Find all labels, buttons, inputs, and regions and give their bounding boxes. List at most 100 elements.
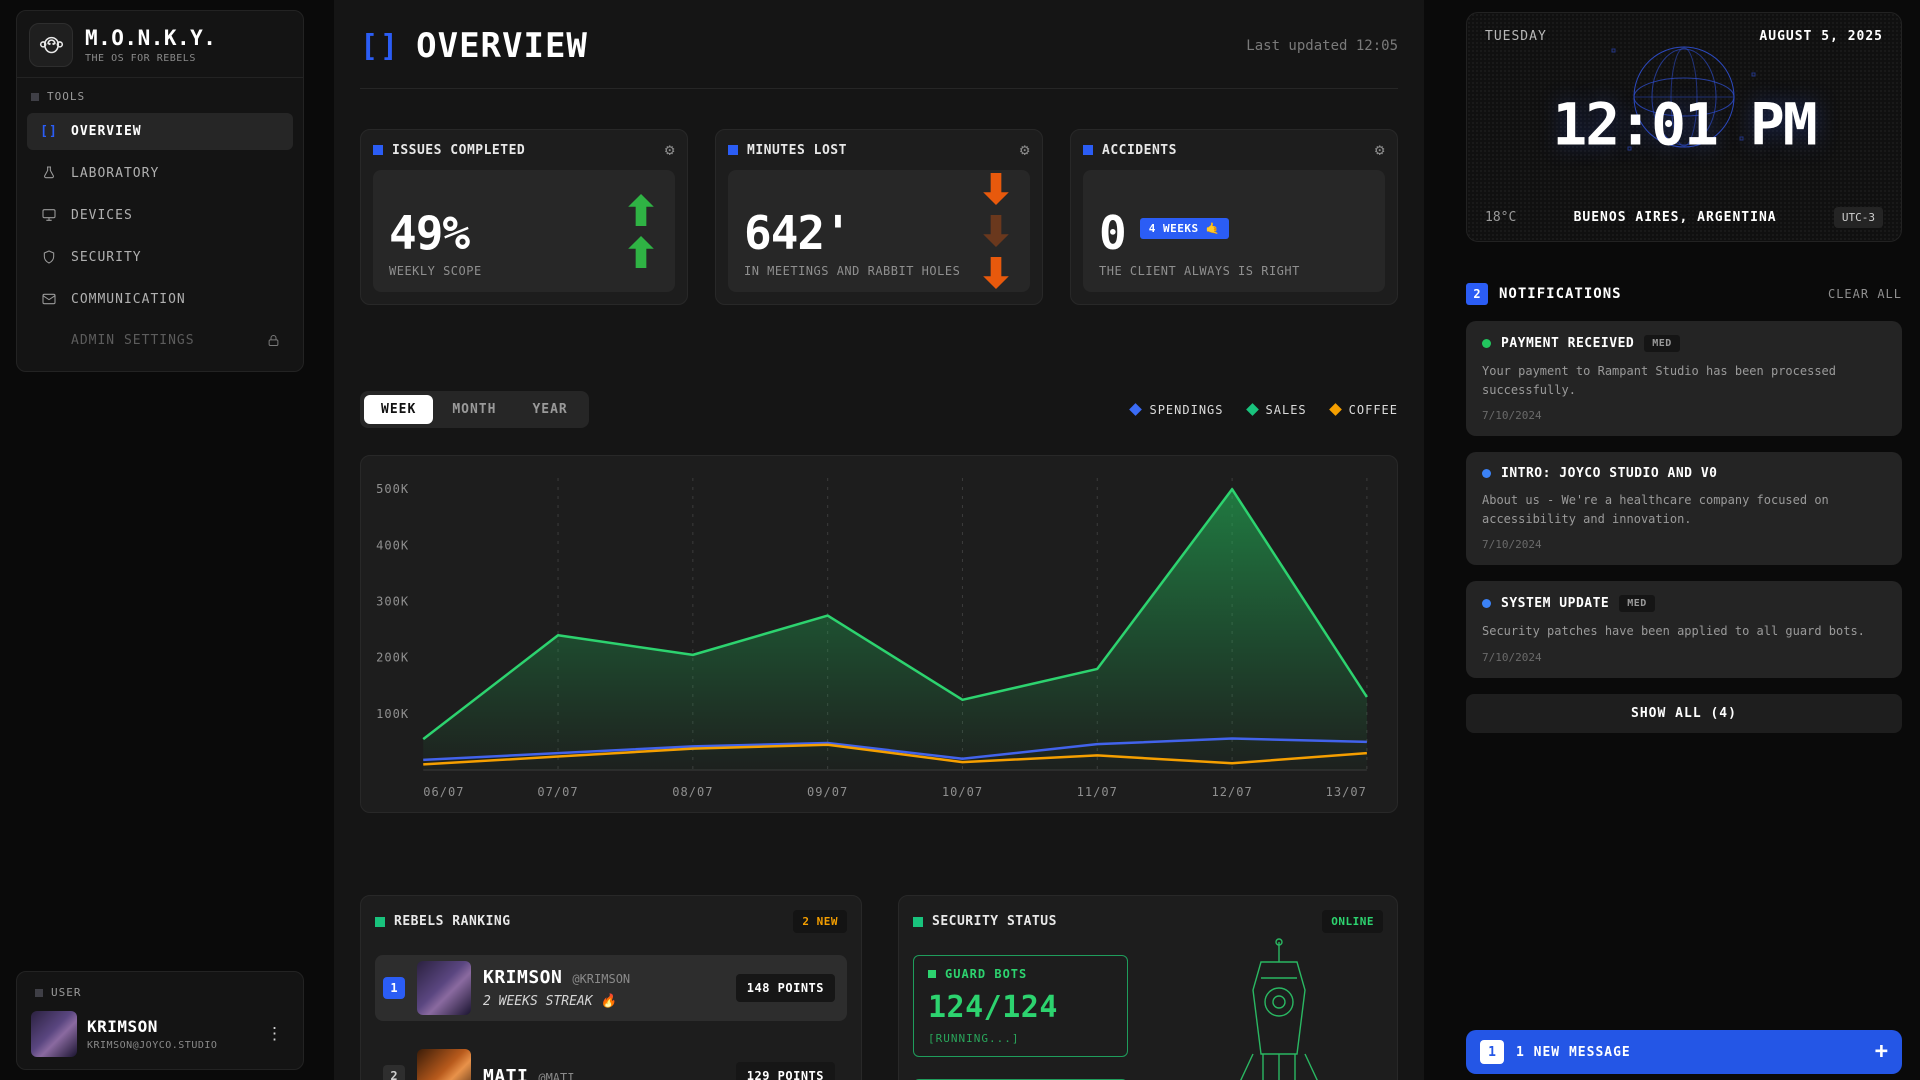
tools-section-label: TOOLS [17,77,303,109]
right-panel: TUESDAY AUGUST 5, 2025 12:01 PM 18°C BUE… [1424,0,1920,1080]
legend-spendings[interactable]: SPENDINGS [1131,403,1223,417]
rank-user-name: KRIMSON [483,967,562,988]
date: AUGUST 5, 2025 [1759,29,1883,44]
priority-badge: MED [1644,335,1680,352]
sidebar-item-label: LABORATORY [71,166,159,181]
diamond-icon [1246,403,1259,416]
tab-year[interactable]: YEAR [515,395,584,424]
stat-subtitle: THE CLIENT ALWAYS IS RIGHT [1099,264,1369,278]
plus-icon[interactable]: + [1875,1041,1888,1063]
svg-text:10/07: 10/07 [942,785,983,799]
sidebar: M.O.N.K.Y. THE OS FOR REBELS TOOLS [] OV… [0,0,320,1080]
rank-number: 1 [383,977,405,999]
trend-down-icons [982,170,1010,292]
tab-month[interactable]: MONTH [435,395,513,424]
gear-icon[interactable]: ⚙ [1375,142,1385,158]
online-badge: ONLINE [1322,910,1383,933]
svg-text:08/07: 08/07 [672,785,713,799]
sidebar-item-admin-settings[interactable]: ADMIN SETTINGS [27,322,293,359]
svg-text:06/07: 06/07 [423,785,464,799]
stat-body: 49% WEEKLY SCOPE [373,170,675,292]
stats-row: ISSUES COMPLETED ⚙ 49% WEEKLY SCOPE MINU… [360,129,1398,305]
stat-card-minutes: MINUTES LOST ⚙ 642' IN MEETINGS AND RABB… [715,129,1043,305]
tab-week[interactable]: WEEK [364,395,433,424]
notification-payment[interactable]: PAYMENT RECEIVED MED Your payment to Ram… [1466,321,1902,436]
svg-text:12/07: 12/07 [1211,785,1252,799]
sidebar-top-card: M.O.N.K.Y. THE OS FOR REBELS TOOLS [] OV… [16,10,304,372]
gear-icon[interactable]: ⚙ [1020,142,1030,158]
guard-bots-value: 124/124 [928,990,1113,1025]
user-card: USER KRIMSON KRIMSON@JOYCO.STUDIO ⋮ [16,971,304,1070]
square-bullet-icon [375,917,385,927]
message-label: 1 NEW MESSAGE [1516,1045,1631,1060]
notification-title: SYSTEM UPDATE [1501,596,1609,611]
legend-sales[interactable]: SALES [1248,403,1307,417]
page-title: OVERVIEW [416,26,588,66]
notification-title: INTRO: JOYCO STUDIO AND V0 [1501,466,1718,481]
logo: M.O.N.K.Y. THE OS FOR REBELS [17,11,303,77]
svg-text:11/07: 11/07 [1077,785,1118,799]
legend-coffee[interactable]: COFFEE [1331,403,1398,417]
avatar [417,1049,471,1080]
sidebar-item-devices[interactable]: DEVICES [27,196,293,234]
security-status-card: SECURITY STATUS ONLINE GUARD BOTS 124/12… [898,895,1398,1080]
notification-date: 7/10/2024 [1482,409,1886,422]
app-subtitle: THE OS FOR REBELS [85,53,216,64]
guard-bots-box: GUARD BOTS 124/124 [RUNNING...] [913,955,1128,1057]
stat-card-header: ACCIDENTS ⚙ [1083,142,1385,158]
notification-count-badge: 2 [1466,283,1488,305]
svg-text:200K: 200K [376,651,409,665]
show-all-button[interactable]: SHOW ALL (4) [1466,694,1902,733]
gear-icon[interactable]: ⚙ [665,142,675,158]
location: BUENOS AIRES, ARGENTINA [1516,210,1834,225]
sidebar-item-label: COMMUNICATION [71,292,186,307]
temperature: 18°C [1485,210,1516,225]
shield-icon [39,249,59,265]
guard-bots-label: GUARD BOTS [945,967,1027,981]
notification-title: PAYMENT RECEIVED [1501,336,1634,351]
weeks-streak-badge: 4 WEEKS 🤙 [1140,218,1229,239]
flask-icon [39,165,59,181]
section-square-icon [31,93,39,101]
last-updated: Last updated 12:05 [1246,38,1398,54]
ranking-row-1[interactable]: 1 KRIMSON @KRIMSON 2 WEEKS STREAK 🔥 148 … [375,955,847,1021]
app-title: M.O.N.K.Y. [85,26,216,50]
notification-system-update[interactable]: SYSTEM UPDATE MED Security patches have … [1466,581,1902,678]
rank-number: 2 [383,1065,405,1080]
rank-user-name: MATI [483,1066,528,1080]
sidebar-item-overview[interactable]: [] OVERVIEW [27,113,293,150]
chart-toolbar: WEEK MONTH YEAR SPENDINGS SALES COFFEE [360,391,1398,428]
diamond-icon [1130,403,1143,416]
notification-date: 7/10/2024 [1482,651,1886,664]
stat-card-header: MINUTES LOST ⚙ [728,142,1030,158]
line-chart-card: 100K200K300K400K500K06/0707/0708/0709/07… [360,455,1398,813]
stat-value: 0 [1099,210,1126,257]
notification-body: Your payment to Rampant Studio has been … [1482,362,1886,399]
sidebar-item-laboratory[interactable]: LABORATORY [27,154,293,192]
mail-icon [39,291,59,307]
guard-bots-status: [RUNNING...] [928,1032,1113,1045]
svg-text:100K: 100K [376,707,409,721]
svg-text:13/07: 13/07 [1326,785,1367,799]
notification-body: Security patches have been applied to al… [1482,622,1886,641]
stat-card-issues: ISSUES COMPLETED ⚙ 49% WEEKLY SCOPE [360,129,688,305]
sidebar-item-security[interactable]: SECURITY [27,238,293,276]
notifications-title: NOTIFICATIONS [1499,286,1622,302]
bottom-row: REBELS RANKING 2 NEW 1 KRIMSON @KRIMSON … [360,895,1398,1080]
sidebar-item-label: ADMIN SETTINGS [71,333,195,348]
ranking-row-2[interactable]: 2 MATI @MATI 129 POINTS [375,1043,847,1080]
brackets-icon: [] [360,29,400,64]
new-message-bar[interactable]: 1 1 NEW MESSAGE + [1466,1030,1902,1074]
user-menu-kebab-icon[interactable]: ⋮ [260,1022,289,1046]
line-chart: 100K200K300K400K500K06/0707/0708/0709/07… [365,462,1393,806]
sidebar-spacer [16,372,304,971]
stat-subtitle: WEEKLY SCOPE [389,264,659,278]
weekday: TUESDAY [1485,29,1547,44]
notification-intro[interactable]: INTRO: JOYCO STUDIO AND V0 About us - We… [1466,452,1902,565]
clear-all-button[interactable]: CLEAR ALL [1828,287,1902,301]
svg-text:07/07: 07/07 [537,785,578,799]
rank-user-handle: @KRIMSON [572,972,630,986]
points-badge: 129 POINTS [736,1062,835,1080]
sidebar-item-communication[interactable]: COMMUNICATION [27,280,293,318]
svg-text:400K: 400K [376,538,409,552]
